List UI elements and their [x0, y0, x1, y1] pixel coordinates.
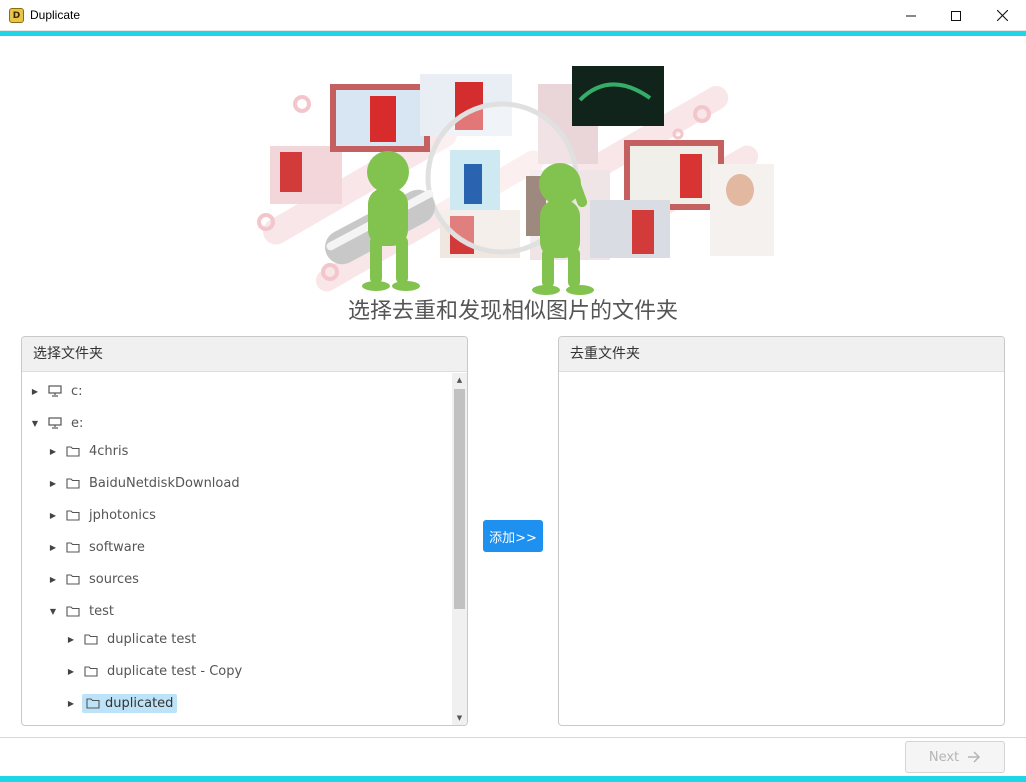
tree-label[interactable]: duplicate test - Copy [103, 662, 246, 681]
tree-row-e[interactable]: ▼ e: [30, 411, 87, 435]
folder-icon [66, 478, 80, 489]
caret-down-icon[interactable]: ▼ [30, 419, 40, 428]
tree-row-test[interactable]: ▼ test [48, 599, 118, 623]
dedup-folders-title: 去重文件夹 [559, 337, 1004, 372]
scroll-thumb[interactable] [454, 389, 465, 609]
caret-down-icon[interactable]: ▼ [48, 607, 58, 616]
arrow-right-icon [968, 751, 981, 763]
computer-icon [48, 385, 62, 397]
minimize-button[interactable] [888, 0, 934, 31]
next-button-label: Next [928, 749, 960, 765]
scroll-down-arrow-icon[interactable]: ▼ [452, 711, 467, 725]
close-icon [996, 10, 1008, 21]
scroll-up-arrow-icon[interactable]: ▲ [452, 373, 467, 387]
tree-row-duplicated[interactable]: ▶ duplicated [66, 691, 178, 715]
tree-label[interactable]: e: [67, 414, 87, 433]
close-button[interactable] [979, 0, 1025, 31]
folder-icon [84, 634, 98, 645]
selected-folder-item[interactable]: duplicated [82, 693, 178, 713]
banner-caption: 选择去重和发现相似图片的文件夹 [347, 299, 678, 324]
tree-row-duplicate-test[interactable]: ▶ duplicate test [66, 627, 200, 651]
tree-label[interactable]: software [85, 538, 149, 557]
caret-right-icon[interactable]: ▶ [48, 543, 58, 552]
tree-scrollbar[interactable]: ▲ ▼ [452, 373, 467, 725]
caret-right-icon[interactable]: ▶ [48, 447, 58, 456]
folder-icon [84, 666, 98, 677]
computer-icon [48, 417, 62, 429]
tree-row-duplicate-test-copy[interactable]: ▶ duplicate test - Copy [66, 659, 246, 683]
folder-icon [66, 606, 80, 617]
folder-icon [66, 510, 80, 521]
tree-row-c[interactable]: ▶ c: [30, 379, 87, 403]
app-icon: D [9, 8, 24, 23]
tree-label[interactable]: BaiduNetdiskDownload [85, 474, 244, 493]
folder-icon [66, 446, 80, 457]
caret-right-icon[interactable]: ▶ [30, 387, 40, 396]
banner-image [257, 66, 774, 295]
tree-label[interactable]: sources [85, 570, 143, 589]
tree-label[interactable]: test [85, 602, 118, 621]
caret-right-icon[interactable]: ▶ [48, 479, 58, 488]
tree-label[interactable]: jphotonics [85, 506, 160, 525]
folder-icon [66, 542, 80, 553]
tree-label[interactable]: duplicated [105, 696, 173, 711]
accent-bar-bottom [0, 776, 1026, 782]
folder-picker-panel: 选择文件夹 ▶ c: ▼ e: ▶ 4chris ▶ BaiduNetdiskD… [21, 336, 468, 726]
tree-row-software[interactable]: ▶ software [48, 535, 149, 559]
accent-bar [0, 31, 1026, 36]
maximize-button[interactable] [933, 0, 979, 31]
tree-row-sources[interactable]: ▶ sources [48, 567, 143, 591]
tree-label[interactable]: 4chris [85, 442, 132, 461]
folder-icon [86, 698, 100, 709]
tree-label[interactable]: duplicate test [103, 630, 200, 649]
minimize-icon [906, 15, 916, 16]
caret-right-icon[interactable]: ▶ [48, 511, 58, 520]
dedup-folders-list[interactable] [559, 373, 1004, 725]
footer-divider [0, 737, 1026, 738]
tree-row-jphotonics[interactable]: ▶ jphotonics [48, 503, 160, 527]
add-folder-button[interactable]: 添加>> [483, 520, 543, 552]
folder-picker-title: 选择文件夹 [22, 337, 467, 372]
caret-right-icon[interactable]: ▶ [66, 667, 76, 676]
title-bar: D Duplicate [0, 0, 1026, 31]
folder-icon [66, 574, 80, 585]
tree-row-4chris[interactable]: ▶ 4chris [48, 439, 132, 463]
caret-right-icon[interactable]: ▶ [66, 699, 76, 708]
tree-label[interactable]: c: [67, 382, 87, 401]
next-button[interactable]: Next [905, 741, 1005, 773]
maximize-icon [951, 10, 961, 21]
folder-tree[interactable]: ▶ c: ▼ e: ▶ 4chris ▶ BaiduNetdiskDownloa… [22, 373, 452, 725]
caret-right-icon[interactable]: ▶ [48, 575, 58, 584]
banner-illustration [240, 60, 800, 300]
caret-right-icon[interactable]: ▶ [66, 635, 76, 644]
window-title: Duplicate [30, 8, 81, 22]
dedup-folders-panel: 去重文件夹 [558, 336, 1005, 726]
tree-row-baidunetdiskdownload[interactable]: ▶ BaiduNetdiskDownload [48, 471, 244, 495]
